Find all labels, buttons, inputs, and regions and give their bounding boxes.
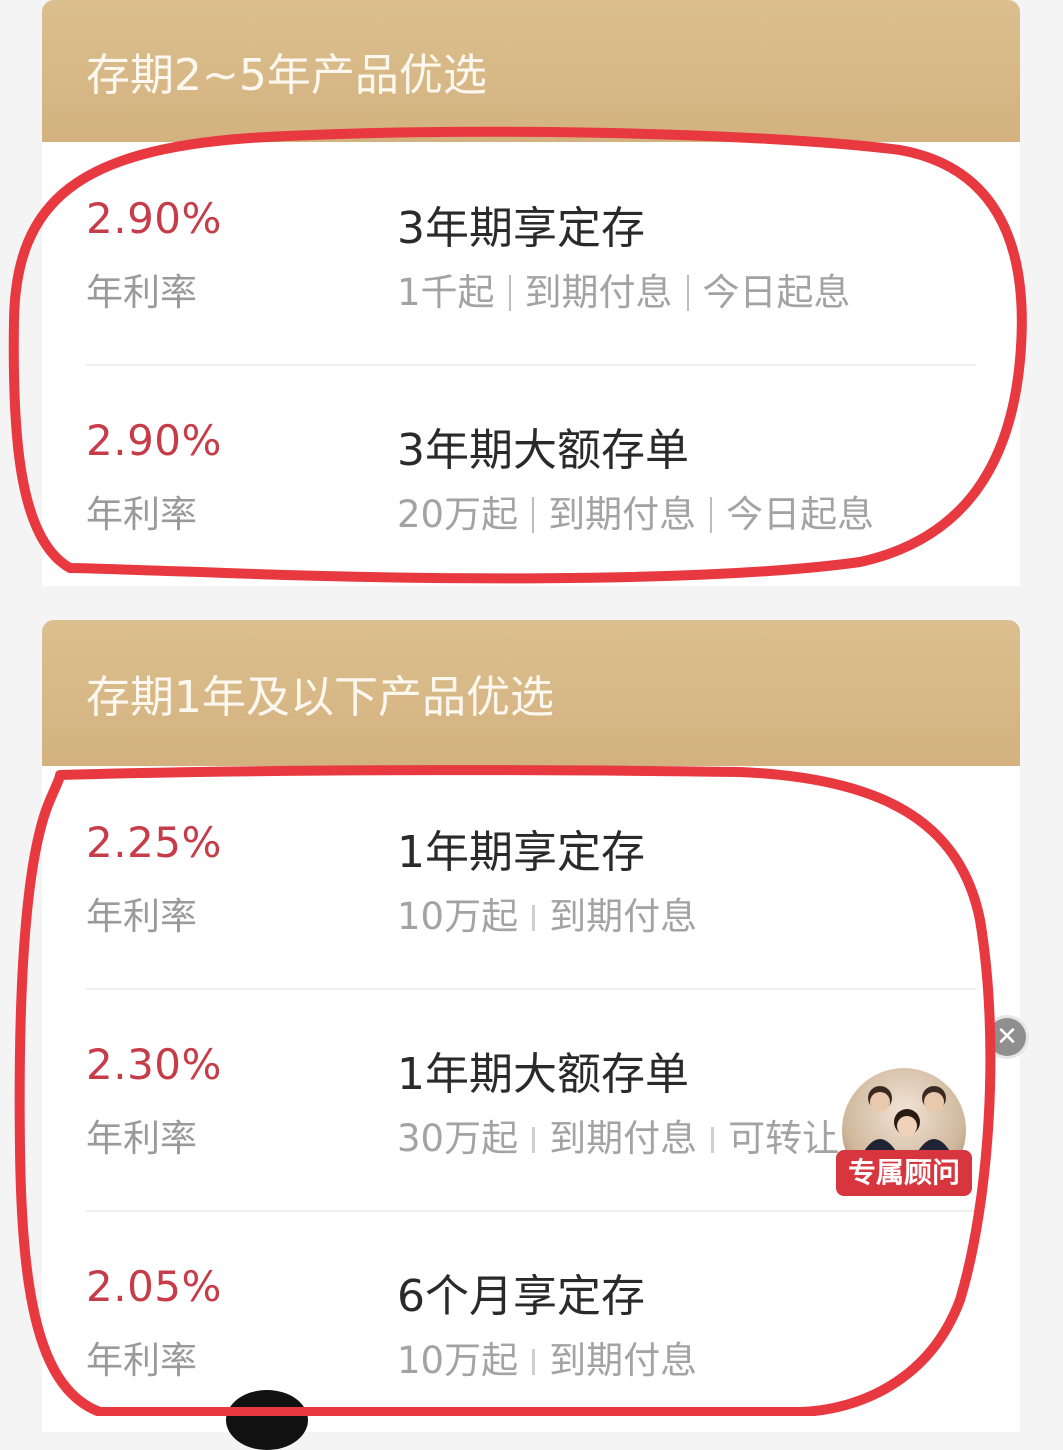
rate-label: 年利率 xyxy=(86,1117,197,1160)
tag-interest-payment: 到期付息 xyxy=(548,493,697,536)
rate-label: 年利率 xyxy=(86,271,197,314)
tag-interest-payment: 到期付息 xyxy=(549,1117,698,1160)
advisor-badge: 专属顾问 xyxy=(836,1150,972,1196)
product-tags: 10万起 到期付息 xyxy=(397,1330,697,1384)
advisor-widget[interactable]: 专属顾问 xyxy=(836,1058,972,1208)
annual-rate: 2.90% xyxy=(86,416,222,465)
tag-divider xyxy=(686,275,689,311)
product-row[interactable]: 2.05% 年利率 6个月享定存 10万起 到期付息 xyxy=(42,1210,1020,1432)
annual-rate: 2.90% xyxy=(86,194,222,243)
product-name: 1年期大额存单 xyxy=(397,1049,689,1100)
tag-min-amount: 10万起 xyxy=(397,1339,519,1382)
tag-min-amount: 30万起 xyxy=(397,1117,519,1160)
tag-interest-payment: 到期付息 xyxy=(549,895,698,938)
product-tags: 10万起 到期付息 xyxy=(397,886,697,940)
product-row[interactable]: 2.25% 年利率 1年期享定存 10万起 到期付息 xyxy=(42,766,1020,988)
product-name: 3年期享定存 xyxy=(397,203,645,254)
tag-interest-payment: 到期付息 xyxy=(524,271,673,314)
section-1-year-and-below: 存期1年及以下产品优选 2.25% 年利率 1年期享定存 10万起 到期付息 2.… xyxy=(42,620,1020,1432)
product-row[interactable]: 2.90% 年利率 3年期享定存 1千起 到期付息 今日起息 xyxy=(42,142,1020,364)
product-name: 6个月享定存 xyxy=(397,1271,645,1322)
product-list: 2.90% 年利率 3年期享定存 1千起 到期付息 今日起息 2.90% 年利率 3… xyxy=(42,142,1020,586)
tag-min-amount: 20万起 xyxy=(397,493,519,536)
tag-divider xyxy=(532,497,535,533)
tag-divider xyxy=(710,497,713,533)
section-title: 存期1年及以下产品优选 xyxy=(86,672,554,723)
section-header: 存期2~5年产品优选 xyxy=(42,0,1020,142)
tag-divider xyxy=(532,1349,536,1375)
annual-rate: 2.25% xyxy=(86,818,222,867)
product-row[interactable]: 2.90% 年利率 3年期大额存单 20万起 到期付息 今日起息 xyxy=(42,364,1020,586)
rate-label: 年利率 xyxy=(86,1339,197,1382)
rate-label: 年利率 xyxy=(86,493,197,536)
annual-rate: 2.30% xyxy=(86,1040,222,1089)
tag-divider xyxy=(508,275,511,311)
floating-button-partial[interactable] xyxy=(226,1390,308,1450)
tag-interest-start: 今日起息 xyxy=(702,271,851,314)
product-name: 1年期享定存 xyxy=(397,827,645,878)
product-tags: 20万起 到期付息 今日起息 xyxy=(397,484,874,538)
rate-label: 年利率 xyxy=(86,895,197,938)
section-2-5-year: 存期2~5年产品优选 2.90% 年利率 3年期享定存 1千起 到期付息 今日起息 … xyxy=(42,0,1020,586)
annual-rate: 2.05% xyxy=(86,1262,222,1311)
tag-min-amount: 1千起 xyxy=(397,271,495,314)
tag-divider xyxy=(532,905,536,931)
product-name: 3年期大额存单 xyxy=(397,425,689,476)
product-tags: 30万起 到期付息 可转让 xyxy=(397,1108,839,1162)
close-icon: ✕ xyxy=(996,1022,1018,1052)
tag-divider xyxy=(532,1127,536,1153)
tag-interest-payment: 到期付息 xyxy=(549,1339,698,1382)
tag-transferable: 可转让 xyxy=(728,1117,840,1160)
tag-interest-start: 今日起息 xyxy=(726,493,875,536)
close-advisor-button[interactable]: ✕ xyxy=(988,1018,1026,1056)
section-header: 存期1年及以下产品优选 xyxy=(42,620,1020,766)
tag-divider xyxy=(711,1127,715,1153)
section-title: 存期2~5年产品优选 xyxy=(86,50,487,101)
product-tags: 1千起 到期付息 今日起息 xyxy=(397,262,851,316)
tag-min-amount: 10万起 xyxy=(397,895,519,938)
